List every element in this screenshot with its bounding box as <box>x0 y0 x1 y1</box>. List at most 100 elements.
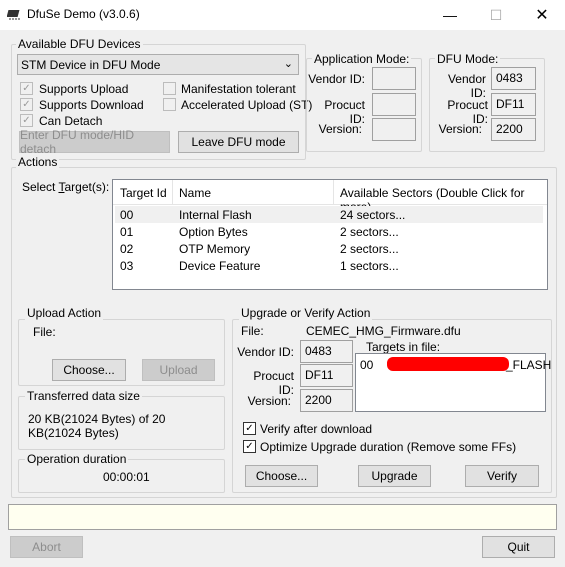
application-mode-label: Application Mode: <box>312 52 412 66</box>
status-field <box>8 504 557 530</box>
accelerated-upload-checkbox[interactable] <box>163 98 176 111</box>
app-vendor-id-field <box>372 67 416 90</box>
close-icon[interactable]: ✕ <box>519 0 565 30</box>
dfu-vendor-id-label: Vendor ID: <box>447 72 486 100</box>
maximize-icon: ☐ <box>489 6 503 23</box>
upload-choose-button[interactable]: Choose... <box>52 359 126 381</box>
dfu-mode-label: DFU Mode: <box>435 52 501 66</box>
row-target-name: Option Bytes <box>179 225 248 239</box>
upgrade-version-label: Version: <box>247 394 291 408</box>
dfu-version-field: 2200 <box>491 118 536 141</box>
app-product-id-field <box>372 93 416 116</box>
leave-dfu-mode-label: Leave DFU mode <box>191 135 286 149</box>
chevron-down-icon: ⌄ <box>283 58 293 70</box>
upload-action-label: Upload Action <box>25 306 104 320</box>
redaction-mark <box>387 357 509 371</box>
supports-upload-label: Supports Upload <box>39 82 129 96</box>
upload-choose-label: Choose... <box>63 363 115 377</box>
row-target-id: 00 <box>120 208 134 222</box>
upgrade-button-label: Upgrade <box>371 469 418 483</box>
supports-download-checkbox[interactable]: ✓ <box>20 98 33 111</box>
can-detach-checkbox[interactable]: ✓ <box>20 114 33 127</box>
file-target-name: _FLASH <box>506 358 552 372</box>
upgrade-vendor-id-label: Vendor ID: <box>237 345 294 359</box>
column-header-name[interactable]: Name <box>179 186 211 200</box>
leave-dfu-mode-button[interactable]: Leave DFU mode <box>178 131 299 153</box>
transferred-value: 20 KB(21024 Bytes) of 20 KB(21024 Bytes) <box>28 412 166 440</box>
upgrade-file-label: File: <box>241 324 264 338</box>
targets-in-file-label: Targets in file: <box>366 340 441 354</box>
window-title: DfuSe Demo (v3.0.6) <box>27 7 140 21</box>
abort-button[interactable]: Abort <box>10 536 83 558</box>
app-version-field <box>372 118 416 141</box>
upgrade-choose-label: Choose... <box>255 469 308 483</box>
enter-dfu-mode-button[interactable]: Enter DFU mode/HID detach <box>19 128 170 156</box>
abort-button-label: Abort <box>32 540 61 554</box>
optimize-upgrade-label: Optimize Upgrade duration (Remove some F… <box>260 440 517 454</box>
device-select[interactable]: STM Device in DFU Mode ⌄ <box>17 54 299 75</box>
upgrade-action-label: Upgrade or Verify Action <box>239 306 373 320</box>
verify-button[interactable]: Verify <box>465 465 539 487</box>
device-select-value: STM Device in DFU Mode <box>21 58 161 72</box>
supports-upload-checkbox[interactable]: ✓ <box>20 82 33 95</box>
duration-value: 00:00:01 <box>103 470 150 484</box>
upgrade-version-field: 2200 <box>300 389 353 412</box>
targets-in-file-list[interactable]: 00 _FLASH <box>355 353 551 412</box>
dfu-vendor-id-value: 0483 <box>496 71 523 85</box>
row-target-name: OTP Memory <box>179 242 251 256</box>
dfu-devices-label: Available DFU Devices <box>16 37 143 51</box>
verify-after-download-checkbox[interactable]: ✓ <box>243 422 256 435</box>
row-target-sectors: 2 sectors... <box>340 242 399 256</box>
table-row[interactable]: 01 Option Bytes 2 sectors... <box>115 223 543 240</box>
app-version-label: Version: <box>318 122 362 136</box>
row-target-id: 03 <box>120 259 134 273</box>
verify-after-download-label: Verify after download <box>260 422 373 436</box>
accelerated-upload-label: Accelerated Upload (ST) <box>181 98 313 112</box>
column-separator[interactable] <box>172 180 173 204</box>
dfu-version-value: 2200 <box>496 122 523 136</box>
manifestation-tolerant-label: Manifestation tolerant <box>181 82 296 96</box>
row-target-name: Internal Flash <box>179 208 252 222</box>
verify-button-label: Verify <box>486 469 517 483</box>
table-row[interactable]: 03 Device Feature 1 sectors... <box>115 257 543 274</box>
targets-list[interactable]: Target Id Name Available Sectors (Double… <box>112 179 548 290</box>
duration-label: Operation duration <box>25 452 129 466</box>
column-separator[interactable] <box>333 180 334 204</box>
quit-button[interactable]: Quit <box>482 536 555 558</box>
upload-button-label: Upload <box>159 363 198 377</box>
app-chip-icon <box>6 8 22 20</box>
upgrade-product-id-label: Procuct ID: <box>253 369 294 397</box>
upgrade-button[interactable]: Upgrade <box>358 465 431 487</box>
table-row[interactable]: 02 OTP Memory 2 sectors... <box>115 240 543 257</box>
row-target-sectors: 1 sectors... <box>340 259 399 273</box>
optimize-upgrade-checkbox[interactable]: ✓ <box>243 440 256 453</box>
row-target-id: 02 <box>120 242 134 256</box>
column-header-target-id[interactable]: Target Id <box>120 186 167 200</box>
supports-download-label: Supports Download <box>39 98 144 112</box>
upgrade-vendor-id-value: 0483 <box>305 344 332 358</box>
row-target-name: Device Feature <box>179 259 261 273</box>
row-target-sectors: 24 sectors... <box>340 208 406 222</box>
can-detach-label: Can Detach <box>39 114 103 128</box>
dfu-version-label: Version: <box>438 122 482 136</box>
upgrade-product-id-field: DF11 <box>300 364 353 387</box>
enter-dfu-mode-label: Enter DFU mode/HID detach <box>20 128 135 156</box>
actions-label: Actions <box>16 155 60 169</box>
table-row[interactable]: 00 Internal Flash 24 sectors... <box>115 206 543 223</box>
file-target-id: 00 <box>360 358 374 372</box>
upgrade-choose-button[interactable]: Choose... <box>245 465 318 487</box>
upload-file-label: File: <box>33 325 56 339</box>
app-vendor-id-label: Vendor ID: <box>308 72 365 86</box>
upgrade-version-value: 2200 <box>305 393 332 407</box>
dfu-vendor-id-field: 0483 <box>491 67 536 90</box>
quit-button-label: Quit <box>507 540 530 554</box>
select-targets-label: Select Target(s): <box>22 180 110 194</box>
upload-button[interactable]: Upload <box>142 359 215 381</box>
upgrade-product-id-value: DF11 <box>305 368 334 382</box>
transferred-label: Transferred data size <box>25 389 142 403</box>
upgrade-file-name: CEMEC_HMG_Firmware.dfu <box>306 324 461 338</box>
minimize-icon[interactable]: — <box>427 0 473 30</box>
manifestation-tolerant-checkbox[interactable] <box>163 82 176 95</box>
dfu-product-id-field: DF11 <box>491 93 536 116</box>
upgrade-vendor-id-field: 0483 <box>300 340 353 363</box>
